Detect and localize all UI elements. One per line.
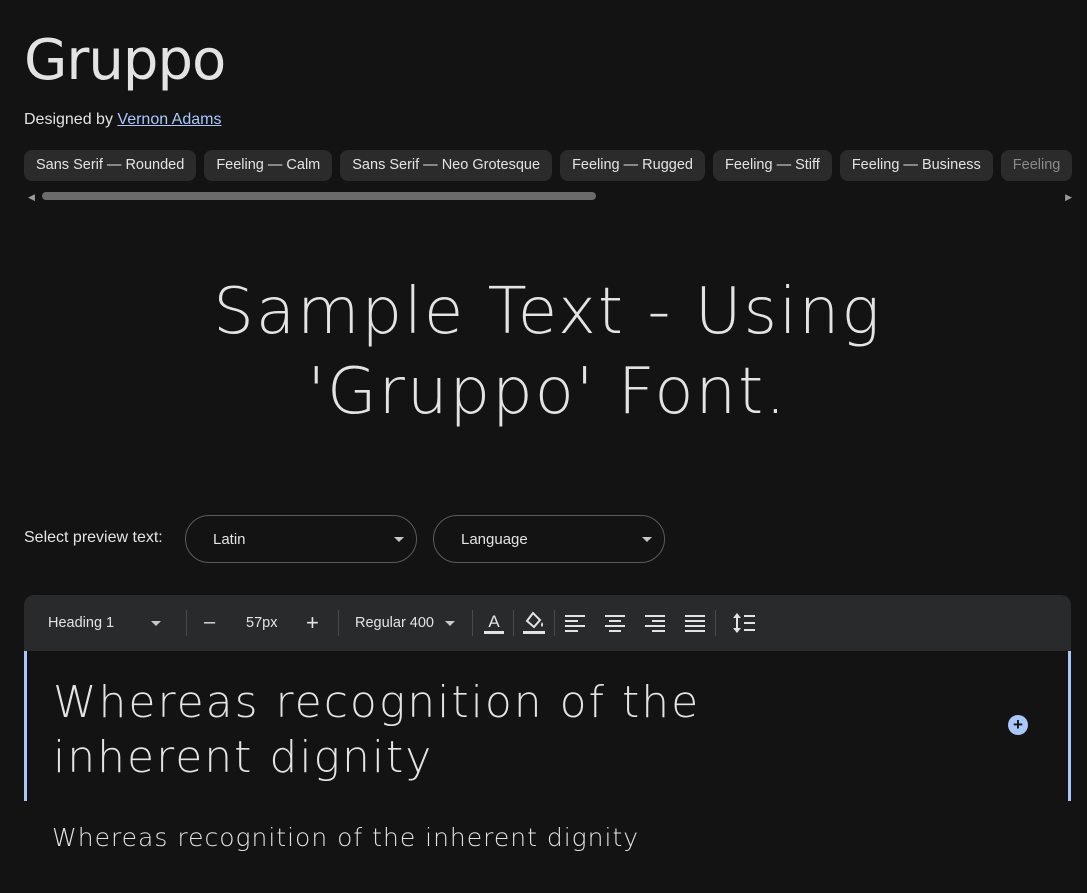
line-height-icon[interactable] <box>732 612 756 634</box>
editor-line-2: inherent dignity <box>53 732 434 783</box>
tag-chip[interactable]: Feeling — Business <box>839 150 993 181</box>
designer-line: Designed by Vernon Adams <box>24 111 221 129</box>
tag-chip[interactable]: Feeling <box>1000 150 1073 181</box>
editor-line-1: Whereas recognition of the <box>53 677 701 728</box>
editor-toolbar: Heading 1 – 57px + Regular 400 A <box>24 595 1071 651</box>
scroll-right-icon[interactable]: ▶ <box>1065 192 1072 203</box>
paragraph-preview[interactable]: Whereas recognition of the inherent dign… <box>52 823 639 852</box>
tag-chip[interactable]: Feeling — Stiff <box>712 150 832 181</box>
divider <box>554 610 555 636</box>
language-select-value: Language <box>461 531 528 548</box>
chevron-down-icon[interactable] <box>151 621 161 626</box>
tag-chip[interactable]: Sans Serif — Neo Grotesque <box>340 150 553 181</box>
add-style-icon[interactable]: + <box>1008 715 1028 735</box>
script-select[interactable]: Latin <box>185 515 417 563</box>
text-color-icon[interactable]: A <box>483 610 505 636</box>
tag-chips: Sans Serif — Rounded Feeling — Calm Sans S… <box>24 150 1087 182</box>
chevron-down-icon[interactable] <box>445 621 455 626</box>
align-justify-icon[interactable] <box>685 614 705 632</box>
divider <box>513 610 514 636</box>
highlight-color-icon[interactable] <box>522 609 546 637</box>
tag-chip[interactable]: Sans Serif — Rounded <box>24 150 197 181</box>
divider <box>186 610 187 636</box>
scrollbar-thumb[interactable] <box>42 192 596 200</box>
designed-by-label: Designed by <box>24 111 113 128</box>
tag-scrollbar[interactable]: ◀ ▶ <box>24 190 1072 202</box>
chevron-down-icon <box>642 537 652 542</box>
script-select-value: Latin <box>213 531 246 548</box>
chevron-down-icon <box>394 537 404 542</box>
designer-link[interactable]: Vernon Adams <box>117 111 221 128</box>
preview-label: Select preview text: <box>24 529 163 546</box>
decrease-size-button[interactable]: – <box>204 611 215 634</box>
sample-line-2: 'Gruppo' Font. <box>307 355 788 429</box>
font-size-value[interactable]: 57px <box>246 615 277 631</box>
align-center-icon[interactable] <box>605 614 625 632</box>
editor-text[interactable]: Whereas recognition of the inherent dign… <box>53 675 833 785</box>
divider <box>715 610 716 636</box>
divider <box>338 610 339 636</box>
heading-editor[interactable]: Whereas recognition of the inherent dign… <box>24 651 1071 801</box>
scroll-left-icon[interactable]: ◀ <box>28 192 35 203</box>
style-select[interactable]: Heading 1 <box>48 615 114 631</box>
align-right-icon[interactable] <box>645 614 665 632</box>
tag-chip[interactable]: Feeling — Rugged <box>560 150 705 181</box>
sample-line-1: Sample Text - Using <box>213 275 882 349</box>
font-title: Gruppo <box>24 28 226 93</box>
language-select[interactable]: Language <box>433 515 665 563</box>
increase-size-button[interactable]: + <box>306 610 319 636</box>
weight-select[interactable]: Regular 400 <box>355 615 434 631</box>
tag-chip[interactable]: Feeling — Calm <box>204 150 333 181</box>
sample-text: Sample Text - Using 'Gruppo' Font. <box>60 272 1035 432</box>
svg-text:A: A <box>488 612 500 631</box>
divider <box>472 610 473 636</box>
align-left-icon[interactable] <box>565 614 585 632</box>
